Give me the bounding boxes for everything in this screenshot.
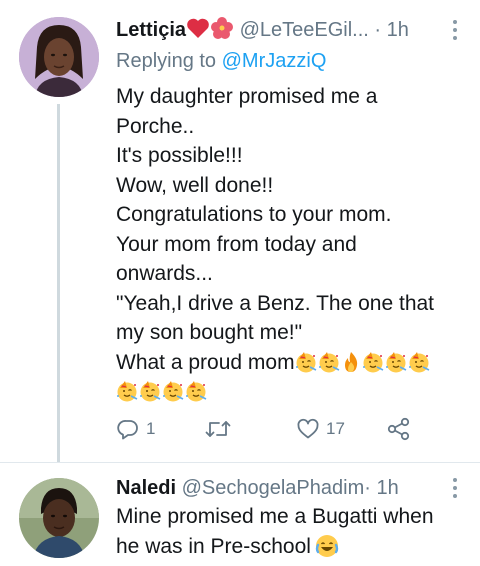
avatar[interactable] xyxy=(19,17,99,97)
thread-connector-line xyxy=(57,104,60,462)
timestamp[interactable]: 1h xyxy=(376,477,398,499)
partying-face-icon xyxy=(116,380,138,402)
tweet-line-with-emojis: What a proud mom xyxy=(116,348,466,378)
partying-face-icon xyxy=(362,351,384,373)
tweet-line: Porche.. xyxy=(116,114,195,138)
tweet-line: It's possible!!! xyxy=(116,144,243,167)
partying-face-icon xyxy=(385,351,407,373)
tweet-text: My daughter promised me a Porche.. It's … xyxy=(116,82,466,407)
heart-icon xyxy=(296,417,320,441)
tweet-header: Naledi @SechogelaPhadim· 1h xyxy=(116,472,440,504)
separator-dot: · xyxy=(364,477,371,499)
more-options-icon[interactable] xyxy=(452,478,458,500)
tweet-line: My daughter promised me a xyxy=(116,85,378,108)
replying-to-label: Replying to xyxy=(116,50,217,72)
hibiscus-icon xyxy=(210,17,234,49)
separator-dot: · xyxy=(374,19,382,41)
share-button[interactable] xyxy=(386,414,418,444)
tweet-line: my son bought me!" xyxy=(116,321,303,344)
partying-face-icon xyxy=(139,380,161,402)
timestamp[interactable]: 1h xyxy=(387,19,409,41)
red-heart-icon xyxy=(186,17,210,49)
replying-to: Replying to @MrJazziQ xyxy=(116,46,326,76)
face-with-tears-of-joy-icon xyxy=(315,534,339,558)
tweet-line: he was in Pre-school xyxy=(116,534,311,558)
emoji-row xyxy=(116,377,466,407)
partying-face-icon xyxy=(408,351,430,373)
author-handle[interactable]: @SechogelaPhadim xyxy=(182,477,365,499)
avatar[interactable] xyxy=(19,478,99,558)
tweet-line: Wow, well done!! xyxy=(116,173,274,197)
tweet-line: Mine promised me a Bugatti when xyxy=(116,505,434,528)
tweet[interactable]: Lettiçia @LeTeeEGil... · 1h Replying to … xyxy=(0,0,480,462)
tweet-line: "Yeah,I drive a Benz. The one that xyxy=(116,291,435,315)
partying-face-icon xyxy=(185,380,207,402)
tweet-header: Lettiçia @LeTeeEGil... · 1h xyxy=(116,14,440,46)
tweet-line-with-emojis: he was in Pre-school xyxy=(116,532,466,562)
partying-face-icon xyxy=(162,380,184,402)
author-handle[interactable]: @LeTeeEGil... xyxy=(240,19,369,41)
tweet-line: onwards... xyxy=(116,262,213,285)
tweet-line: Congratulations to your mom. xyxy=(116,203,392,226)
reply-icon xyxy=(116,417,140,441)
reply-count: 1 xyxy=(146,419,156,438)
author-name[interactable]: Lettiçia xyxy=(116,19,186,41)
retweet-button[interactable] xyxy=(204,414,238,444)
reply-button[interactable]: 1 xyxy=(116,414,155,444)
author-name[interactable]: Naledi xyxy=(116,477,176,499)
fire-icon xyxy=(341,351,361,373)
like-count: 17 xyxy=(326,419,345,438)
mention-link[interactable]: @MrJazziQ xyxy=(222,50,327,72)
retweet-icon xyxy=(204,417,232,441)
tweet-text: Mine promised me a Bugatti when he was i… xyxy=(116,502,466,561)
like-button[interactable]: 17 xyxy=(296,414,345,444)
tweet-line: Your mom from today and xyxy=(116,232,357,256)
partying-face-icon xyxy=(318,351,340,373)
more-options-icon[interactable] xyxy=(452,20,458,42)
share-icon xyxy=(386,416,412,442)
tweet[interactable]: Naledi @SechogelaPhadim· 1h Mine promise… xyxy=(0,462,480,560)
tweet-actions: 1 17 xyxy=(116,414,446,444)
partying-face-icon xyxy=(295,351,317,373)
tweet-line: What a proud mom xyxy=(116,350,295,374)
